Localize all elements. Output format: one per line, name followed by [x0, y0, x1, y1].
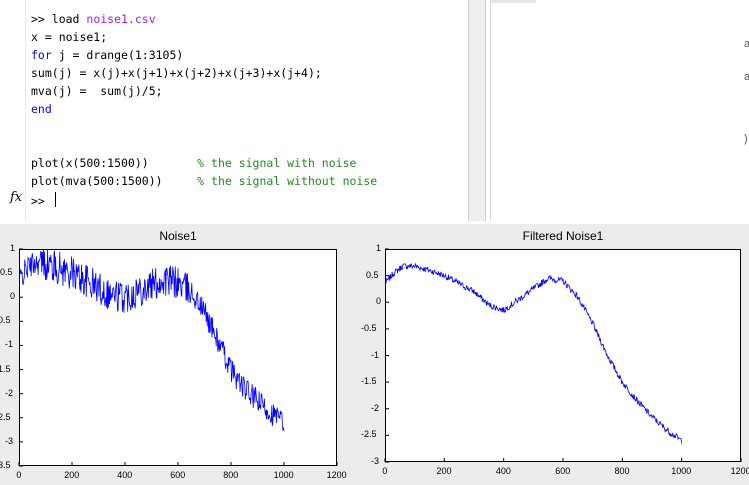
y-tick-label: -1.5: [0, 363, 11, 374]
x-tick-label: 800: [614, 466, 630, 476]
code-line[interactable]: >> load noise1.csv: [31, 10, 156, 28]
code-line[interactable]: end: [31, 100, 52, 118]
command-prompt: >>: [31, 194, 45, 208]
code-token: x = noise1;: [31, 30, 108, 44]
x-tick-label: 0: [16, 470, 22, 480]
x-tick-label: 1200: [326, 470, 347, 480]
signal-series-line: [18, 249, 285, 432]
y-tick-label: 1: [10, 243, 16, 253]
x-tick-label: 1200: [730, 466, 749, 476]
function-browser-icon[interactable]: fx: [10, 190, 22, 205]
x-tick-label: 600: [555, 466, 571, 476]
y-tick-label: -2.5: [0, 411, 11, 422]
code-line[interactable]: plot(x(500:1500)) % the signal with nois…: [31, 154, 356, 172]
figure-window: Noise1 02004006008001000120010.50-0.5-1-…: [0, 224, 749, 485]
noise1-line-plot: [18, 248, 338, 467]
vertical-scrollbar[interactable]: [468, 0, 486, 221]
x-tick-label: 600: [170, 470, 186, 480]
y-tick-label: -2: [5, 387, 14, 398]
y-tick-label: -3: [5, 435, 14, 446]
y-tick-label: -2: [371, 402, 380, 413]
code-token: j = drange(1:3105): [51, 48, 184, 62]
x-tick-label: 200: [436, 466, 452, 476]
command-window-gutter: [0, 0, 26, 221]
filtered-noise1-line-plot: [384, 248, 742, 463]
code-line[interactable]: for j = drange(1:3105): [31, 46, 183, 64]
code-panel[interactable]: >> load noise1.csv x = noise1; for j = dra…: [27, 0, 468, 221]
keyword-token: for: [31, 48, 52, 62]
x-tick-label: 200: [64, 470, 80, 480]
code-line[interactable]: plot(mva(500:1500)) % the signal without…: [31, 172, 377, 190]
y-tick-label: -1: [5, 339, 14, 350]
y-tick-label: -0.5: [361, 322, 377, 333]
code-line[interactable]: x = noise1;: [31, 28, 107, 46]
code-token: >> load: [31, 12, 87, 26]
truncated-text: ): [744, 133, 748, 145]
truncated-text: a: [744, 38, 749, 50]
x-tick-label: 400: [495, 466, 511, 476]
plot-title-filtered-noise1: Filtered Noise1: [522, 229, 604, 243]
x-tick-label: 800: [223, 470, 239, 480]
pane-header-strip: [491, 0, 536, 3]
y-tick-label: 1: [376, 243, 382, 253]
code-line[interactable]: sum(j) = x(j)+x(j+1)+x(j+2)+x(j+3)+x(j+4…: [31, 64, 322, 82]
text-cursor: [55, 192, 56, 207]
signal-series-line: [384, 262, 683, 444]
comment-token: % the signal with noise: [197, 156, 357, 170]
code-token: mva(j) = sum(j)/5;: [31, 84, 163, 98]
y-tick-label: 0: [10, 291, 16, 302]
y-tick-label: -3: [371, 456, 380, 466]
y-tick-label: -2.5: [361, 429, 377, 440]
comment-token: % the signal without noise: [197, 174, 378, 188]
x-tick-label: 1000: [671, 466, 692, 476]
string-token: noise1.csv: [86, 12, 156, 26]
x-tick-label: 1000: [273, 470, 294, 480]
code-token: sum(j) = x(j)+x(j+1)+x(j+2)+x(j+3)+x(j+4…: [31, 66, 322, 80]
x-tick-label: 0: [382, 466, 388, 476]
workspace-pane[interactable]: a a ): [490, 0, 749, 221]
y-tick-label: 0.5: [0, 267, 13, 278]
x-tick-label: 400: [117, 470, 133, 480]
y-tick-label: -1.5: [361, 376, 377, 387]
truncated-text: a: [744, 71, 749, 83]
y-tick-label: -0.5: [0, 315, 11, 326]
y-tick-label: 0.5: [366, 269, 379, 280]
code-token: plot(x(500:1500)): [31, 156, 198, 170]
y-tick-label: 0: [376, 296, 382, 307]
code-token: plot(mva(500:1500)): [31, 174, 198, 188]
y-tick-label: -3.5: [0, 460, 11, 470]
command-window[interactable]: >> load noise1.csv x = noise1; for j = dra…: [0, 0, 749, 224]
code-line[interactable]: mva(j) = sum(j)/5;: [31, 82, 163, 100]
keyword-token: end: [31, 102, 52, 116]
plot-title-noise1: Noise1: [159, 229, 197, 243]
y-tick-label: -1: [371, 349, 380, 360]
